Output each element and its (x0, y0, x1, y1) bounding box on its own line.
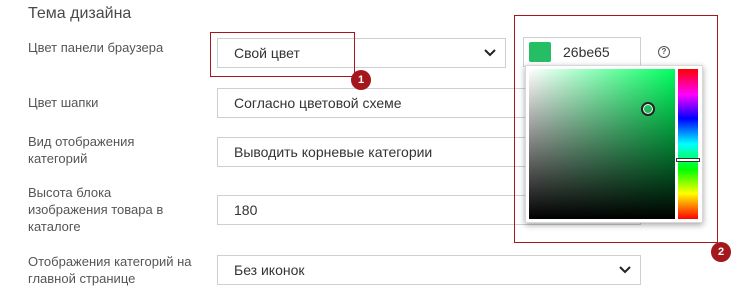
label-category-display: Вид отображения категорий (28, 134, 135, 166)
callout-box-2 (514, 15, 718, 243)
chevron-down-icon (618, 256, 632, 284)
label-header-color: Цвет шапки (28, 95, 99, 110)
label-main-page-categories: Отображения категорий на главной страниц… (28, 254, 192, 286)
label-image-block-height: Высота блока изображения товара в катало… (28, 185, 164, 234)
chevron-down-icon (483, 39, 497, 67)
main-page-categories-value: Без иконок (234, 262, 305, 278)
callout-box-1 (210, 32, 355, 77)
label-browser-panel-color: Цвет панели браузера (28, 40, 164, 55)
header-color-value: Согласно цветовой схеме (234, 95, 402, 111)
category-display-value: Выводить корневые категории (234, 144, 433, 160)
callout-badge-2: 2 (711, 242, 731, 262)
callout-badge-1: 1 (351, 70, 371, 90)
image-block-height-value: 180 (234, 202, 258, 218)
main-page-categories-select[interactable]: Без иконок (217, 255, 641, 285)
section-title: Тема дизайна (28, 5, 132, 22)
